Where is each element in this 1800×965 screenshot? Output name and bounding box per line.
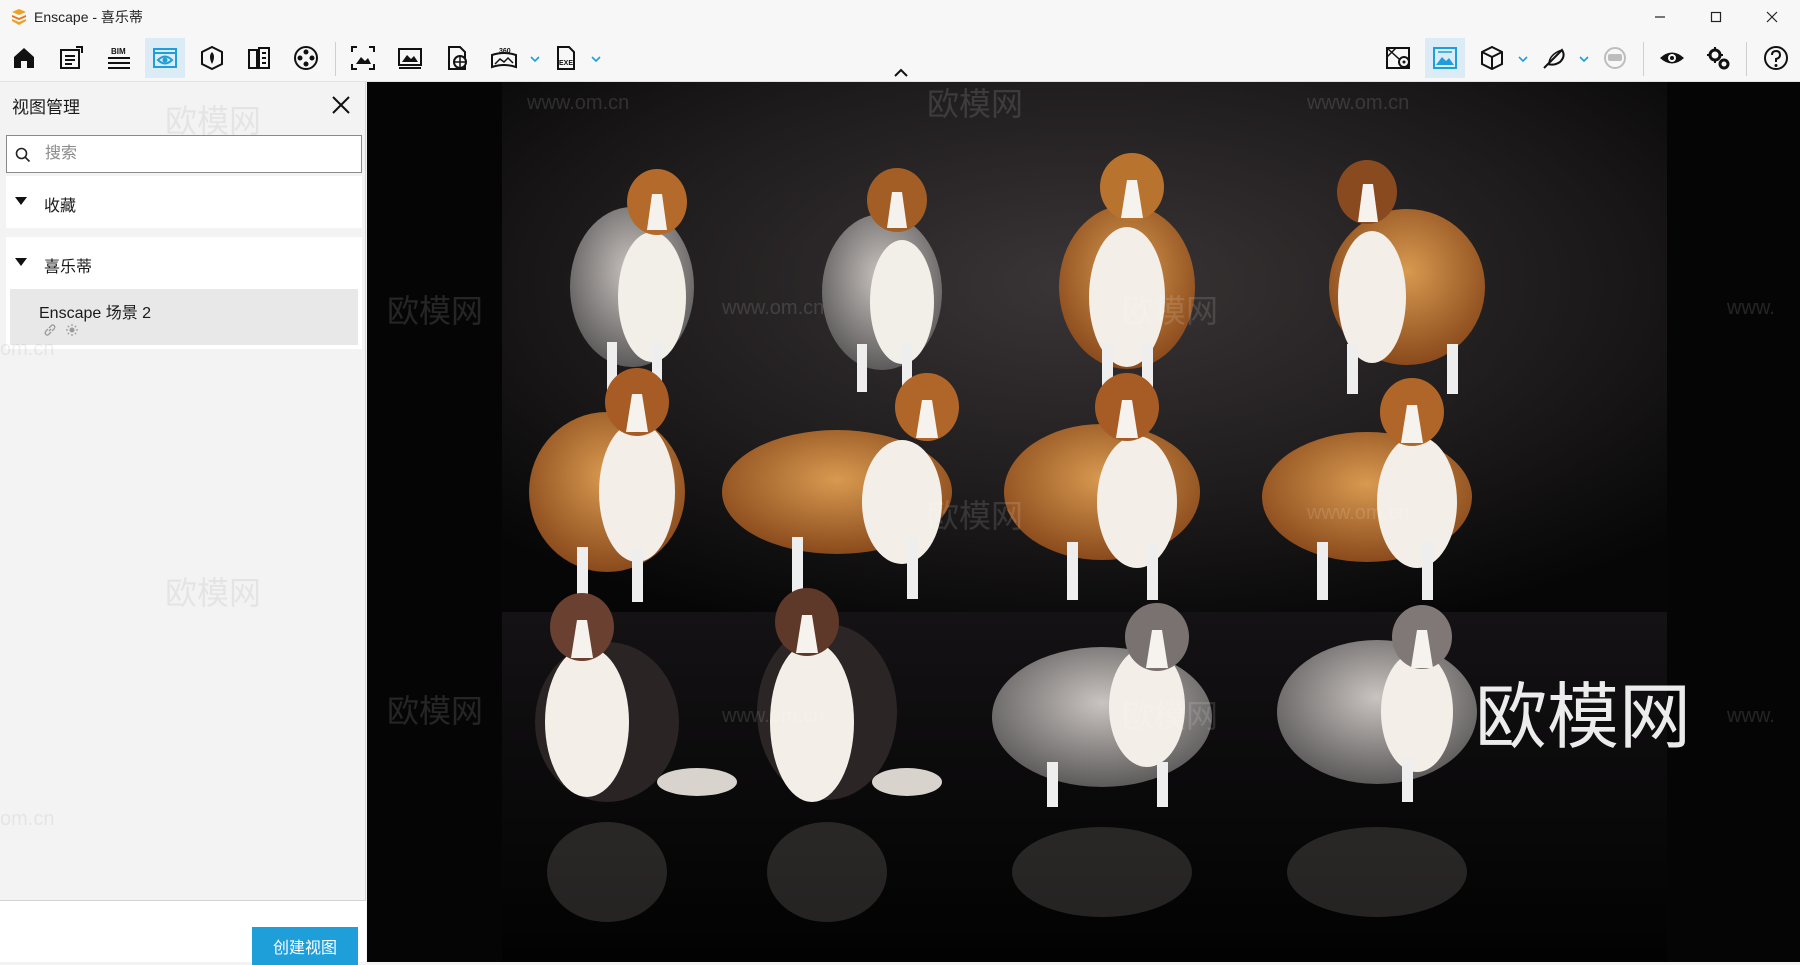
vr-headset-button[interactable] <box>1595 38 1635 78</box>
toolbar-separator <box>335 42 336 76</box>
bim-button[interactable]: BIM <box>98 38 138 78</box>
svg-text:www.: www. <box>1726 297 1775 319</box>
svg-text:欧模网: 欧模网 <box>387 693 483 729</box>
search-input[interactable] <box>43 140 353 168</box>
svg-text:欧模网: 欧模网 <box>927 498 1023 534</box>
panel-footer: 创建视图 <box>0 900 366 965</box>
cube-dropdown-chevron-down-icon[interactable] <box>1516 52 1530 66</box>
svg-text:www.: www. <box>1726 705 1775 727</box>
minimize-icon <box>1655 16 1665 18</box>
view-management-button[interactable] <box>145 38 185 78</box>
view-item-label: Enscape 场景 2 <box>39 305 152 322</box>
panorama-button[interactable]: 360 <box>484 38 524 78</box>
visual-settings-button[interactable] <box>1652 38 1692 78</box>
expand-caret-icon <box>15 197 27 205</box>
batch-render-icon <box>398 48 422 69</box>
svg-text:www.om.cn: www.om.cn <box>1306 502 1409 524</box>
link-icon[interactable] <box>43 323 57 337</box>
window-title: Enscape - 喜乐蒂 <box>34 9 143 25</box>
feather-button[interactable] <box>1534 38 1574 78</box>
svg-text:欧模网: 欧模网 <box>387 293 483 329</box>
search-icon <box>15 147 31 163</box>
watermark-url: om.cn <box>0 808 55 830</box>
group-label: 喜乐蒂 <box>44 259 93 276</box>
help-button[interactable] <box>1756 38 1796 78</box>
toolbar-separator <box>1643 42 1644 76</box>
watermark-logo: 欧模网 <box>1475 678 1691 758</box>
enscape-logo-icon <box>12 9 26 25</box>
collapse-toolbar-chevron-up-icon[interactable] <box>893 67 909 79</box>
svg-text:www.om.cn: www.om.cn <box>526 92 629 114</box>
general-settings-button[interactable] <box>1699 38 1739 78</box>
close-icon <box>1766 11 1778 23</box>
material-editor-button[interactable] <box>239 38 279 78</box>
web-standalone-button[interactable] <box>437 38 477 78</box>
asset-library-icon <box>201 45 223 71</box>
svg-text:EXE: EXE <box>559 60 573 67</box>
bim-icon: BIM <box>108 47 130 69</box>
view-item[interactable]: Enscape 场景 2 <box>10 289 358 345</box>
notes-icon <box>60 46 83 69</box>
watermark-url: om.cn <box>0 338 55 360</box>
panorama-dropdown-chevron-down-icon[interactable] <box>528 52 542 66</box>
group-scene-header[interactable]: 喜乐蒂 <box>6 237 362 289</box>
cube-view-button[interactable] <box>1472 38 1512 78</box>
panorama-360-icon: 360 <box>491 48 517 69</box>
svg-text:www.om.cn: www.om.cn <box>721 297 824 319</box>
svg-text:BIM: BIM <box>111 47 126 56</box>
sun-icon[interactable] <box>65 323 79 337</box>
render-viewport[interactable]: www.om.cn 欧模网 www.om.cn 欧模网 www.om.cn 欧模… <box>367 82 1800 962</box>
group-favorites: 收藏 <box>6 176 362 228</box>
svg-text:欧模网: 欧模网 <box>1122 293 1218 329</box>
feather-icon <box>1543 48 1565 69</box>
svg-text:欧模网: 欧模网 <box>1122 698 1218 734</box>
view-management-icon <box>153 48 177 68</box>
help-icon <box>1764 46 1788 70</box>
maximize-icon <box>1710 11 1722 23</box>
notes-button[interactable] <box>51 38 91 78</box>
view-management-panel: 视图管理 收藏 喜乐蒂 Enscape 场景 2 <box>0 82 366 965</box>
feather-dropdown-chevron-down-icon[interactable] <box>1577 52 1591 66</box>
batch-render-button[interactable] <box>390 38 430 78</box>
general-settings-icon <box>1707 47 1730 70</box>
minimize-button[interactable] <box>1632 0 1688 34</box>
close-panel-icon[interactable] <box>330 94 352 116</box>
watermark-text: 欧模网 <box>165 575 262 611</box>
svg-text:欧模网: 欧模网 <box>927 86 1023 122</box>
watermark-text: 欧模网 <box>165 103 262 139</box>
create-view-button[interactable]: 创建视图 <box>252 927 358 965</box>
visual-settings-icon <box>1660 52 1684 64</box>
home-button[interactable] <box>4 38 44 78</box>
export-exe-button[interactable]: EXE <box>546 38 586 78</box>
render-view-button[interactable] <box>1425 38 1465 78</box>
site-context-button[interactable] <box>1378 38 1418 78</box>
export-dropdown-chevron-down-icon[interactable] <box>589 52 603 66</box>
panel-title: 视图管理 <box>12 98 80 117</box>
svg-text:www.om.cn: www.om.cn <box>721 705 824 727</box>
group-label: 收藏 <box>44 198 77 215</box>
web-standalone-icon <box>448 46 467 70</box>
group-scene: 喜乐蒂 Enscape 场景 2 <box>6 237 362 349</box>
material-editor-icon <box>248 47 270 69</box>
home-icon <box>14 48 34 68</box>
cube-view-icon <box>1481 45 1503 71</box>
video-editor-icon <box>294 46 318 70</box>
expand-caret-icon <box>15 258 27 266</box>
asset-library-button[interactable] <box>192 38 232 78</box>
vr-headset-icon <box>1604 47 1626 69</box>
dog-collage-image: www.om.cn 欧模网 www.om.cn 欧模网 www.om.cn 欧模… <box>367 82 1800 962</box>
svg-text:www.om.cn: www.om.cn <box>1306 92 1409 114</box>
site-context-icon <box>1386 47 1410 69</box>
group-favorites-header[interactable]: 收藏 <box>6 176 362 228</box>
maximize-button[interactable] <box>1688 0 1744 34</box>
title-bar: Enscape - 喜乐蒂 <box>0 0 1800 34</box>
render-view-icon <box>1433 47 1457 69</box>
screenshot-button[interactable] <box>343 38 383 78</box>
export-exe-icon: EXE <box>557 46 575 70</box>
video-editor-button[interactable] <box>286 38 326 78</box>
toolbar-separator <box>1746 42 1747 76</box>
close-window-button[interactable] <box>1744 0 1800 34</box>
screenshot-icon <box>351 46 375 70</box>
